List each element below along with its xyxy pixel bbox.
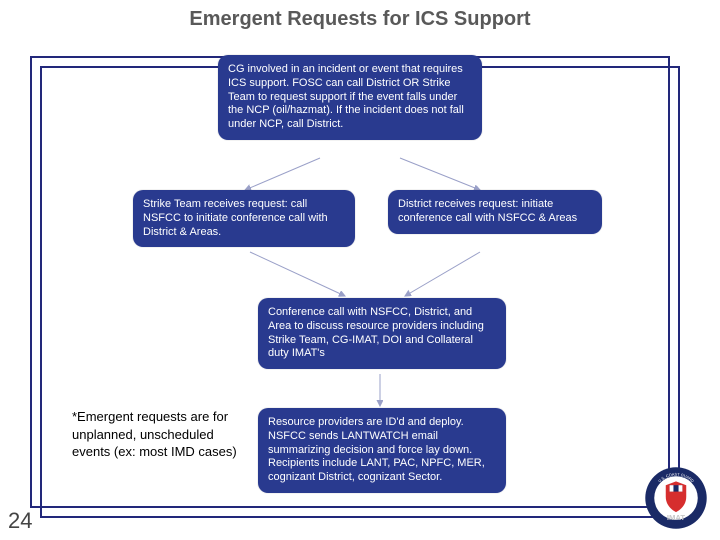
slide: Emergent Requests for ICS Support CG inv… — [0, 0, 720, 540]
footnote-emergent: *Emergent requests are for unplanned, un… — [72, 408, 242, 461]
coast-guard-imat-logo: IMAT U.S. COAST GUARD — [644, 466, 708, 530]
page-number: 24 — [8, 508, 32, 534]
box-top-intro: CG involved in an incident or event that… — [218, 55, 482, 140]
logo-svg: IMAT U.S. COAST GUARD — [644, 466, 708, 530]
logo-mid-label: IMAT — [667, 513, 685, 522]
box-conference-call: Conference call with NSFCC, District, an… — [258, 298, 506, 369]
box-strike-team: Strike Team receives request: call NSFCC… — [133, 190, 355, 247]
box-deploy: Resource providers are ID'd and deploy. … — [258, 408, 506, 493]
box-district: District receives request: initiate conf… — [388, 190, 602, 234]
